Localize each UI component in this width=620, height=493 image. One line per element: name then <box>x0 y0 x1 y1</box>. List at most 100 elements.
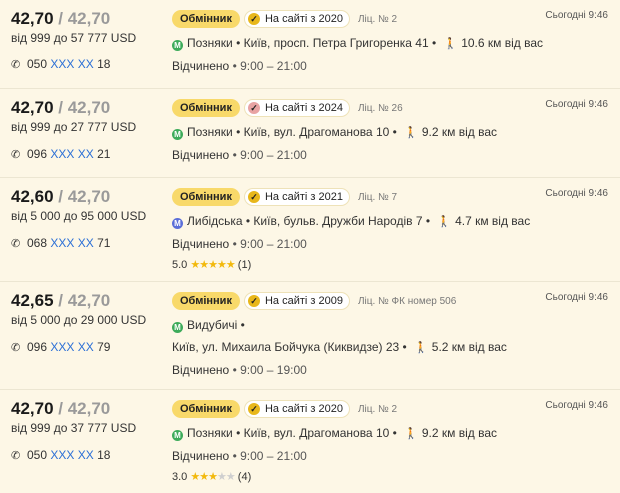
verified-check-icon: ✓ <box>247 13 260 25</box>
site-since-badge: ✓ На сайті з 2021 <box>243 188 350 206</box>
walk-icon: 🚶 <box>404 428 418 440</box>
license: Ліц. № ФК номер 506 <box>357 295 457 307</box>
sell-rate: 42,70 <box>67 98 111 117</box>
rating[interactable]: 5.0 ★★★★★ (1) <box>172 258 552 272</box>
phone-prefix: 096 <box>27 340 48 354</box>
type-badge: Обмінник <box>172 99 240 117</box>
phone-icon: ✆ <box>11 342 21 354</box>
offer-row[interactable]: 42,70 / 42,70 від 999 до 57 777 USD ✆ 050… <box>0 0 620 88</box>
phone[interactable]: ✆ 096 XXX XX 79 <box>11 340 110 354</box>
hours: Відчинено • 9:00 – 21:00 <box>172 58 552 74</box>
review-count: (1) <box>237 259 252 271</box>
site-since-text: На сайті з 2009 <box>264 295 343 307</box>
updated-time: Сьогодні 9:46 <box>545 10 608 21</box>
rate-block: 42,60 / 42,70 від 5 000 до 95 000 USD <box>11 187 161 224</box>
star-icon: ★ <box>190 471 200 483</box>
hours: Відчинено • 9:00 – 19:00 <box>172 362 552 378</box>
metro-station: Видубичі <box>187 318 238 332</box>
review-count: (4) <box>237 471 252 483</box>
phone[interactable]: ✆ 050 XXX XX 18 <box>11 448 110 462</box>
license: Ліц. № 2 <box>357 403 398 415</box>
site-since-badge: ✓ На сайті з 2009 <box>243 292 350 310</box>
open-status: Відчинено <box>172 449 230 463</box>
address[interactable]: M Позняки • Київ, вул. Драгоманова 10 • 🚶… <box>172 124 552 141</box>
show-phone-link[interactable]: XXX XX <box>50 236 93 250</box>
phone[interactable]: ✆ 050 XXX XX 18 <box>11 57 110 71</box>
star-icon: ★★★★★ <box>190 259 236 271</box>
address[interactable]: M Позняки • Київ, вул. Драгоманова 10 • 🚶… <box>172 425 552 442</box>
rate: 42,70 / 42,70 <box>11 98 111 117</box>
type-badge: Обмінник <box>172 292 240 310</box>
star-icon: ★ <box>225 259 236 271</box>
phone-icon: ✆ <box>11 149 21 161</box>
working-hours: • 9:00 – 21:00 <box>229 237 307 251</box>
open-status: Відчинено <box>172 363 230 377</box>
exchange-offers-list: 42,70 / 42,70 від 999 до 57 777 USD ✆ 050… <box>0 0 620 493</box>
hours: Відчинено • 9:00 – 21:00 <box>172 236 552 252</box>
star-icon: ★ <box>225 471 236 483</box>
phone-prefix: 068 <box>27 236 48 250</box>
verified-check-icon: ✓ <box>247 295 260 307</box>
distance: 10.6 км від вас <box>461 36 544 50</box>
distance: 9.2 км від вас <box>421 426 498 440</box>
verified-check-icon: ✓ <box>247 102 260 114</box>
metro-icon: M <box>172 322 183 333</box>
phone-suffix: 79 <box>97 340 111 354</box>
verified-check-icon: ✓ <box>247 403 260 415</box>
phone[interactable]: ✆ 068 XXX XX 71 <box>11 236 110 250</box>
show-phone-link[interactable]: XXX XX <box>50 340 93 354</box>
show-phone-link[interactable]: XXX XX <box>50 57 93 71</box>
offer-row[interactable]: 42,65 / 42,70 від 5 000 до 29 000 USD ✆ 0… <box>0 281 620 389</box>
site-since-badge: ✓ На сайті з 2024 <box>243 99 350 117</box>
address[interactable]: M Позняки • Київ, просп. Петра Григоренка… <box>172 35 552 52</box>
type-badge: Обмінник <box>172 400 240 418</box>
phone-suffix: 18 <box>97 57 111 71</box>
phone-icon: ✆ <box>11 450 21 462</box>
rating[interactable]: 3.0 ★★★★★ (4) <box>172 470 552 484</box>
working-hours: • 9:00 – 21:00 <box>229 59 307 73</box>
address-text-2: Київ, ул. Михаила Бойчука (Киквидзе) 23 … <box>172 340 411 354</box>
amount-range: від 999 до 27 777 USD <box>11 120 137 134</box>
address[interactable]: M Видубичі • <box>172 317 552 333</box>
address[interactable]: M Либідська • Київ, бульв. Дружби Народів… <box>172 213 552 230</box>
show-phone-link[interactable]: XXX XX <box>50 448 93 462</box>
show-phone-link[interactable]: XXX XX <box>50 147 93 161</box>
offer-row[interactable]: 42,60 / 42,70 від 5 000 до 95 000 USD ✆ 0… <box>0 177 620 281</box>
buy-rate: 42,70 <box>11 98 54 117</box>
buy-rate: 42,70 <box>11 399 54 418</box>
rate-block: 42,70 / 42,70 від 999 до 57 777 USD <box>11 9 161 46</box>
offer-row[interactable]: 42,70 / 42,70 від 999 до 27 777 USD ✆ 096… <box>0 88 620 177</box>
site-since-text: На сайті з 2020 <box>264 13 343 25</box>
sell-rate: 42,70 <box>67 187 111 206</box>
phone-prefix: 050 <box>27 448 48 462</box>
rate: 42,70 / 42,70 <box>11 9 111 28</box>
amount-range: від 5 000 до 29 000 USD <box>11 313 147 327</box>
address-text: • Київ, вул. Драгоманова 10 • <box>232 426 401 440</box>
buy-rate: 42,60 <box>11 187 54 206</box>
phone[interactable]: ✆ 096 XXX XX 21 <box>11 147 110 161</box>
metro-station: Позняки <box>187 426 233 440</box>
buy-rate: 42,65 <box>11 291 54 310</box>
offer-row[interactable]: 42,70 / 42,70 від 999 до 37 777 USD ✆ 050… <box>0 389 620 493</box>
star-icon: ★ <box>190 259 200 271</box>
type-badge: Обмінник <box>172 188 240 206</box>
verified-check-icon: ✓ <box>247 191 260 203</box>
open-status: Відчинено <box>172 237 230 251</box>
working-hours: • 9:00 – 21:00 <box>229 148 307 162</box>
walk-icon: 🚶 <box>443 38 458 50</box>
star-icon: ★★★★★ <box>190 471 236 483</box>
site-since-text: На сайті з 2020 <box>264 403 343 415</box>
metro-station: Позняки <box>187 36 233 50</box>
rate-block: 42,70 / 42,70 від 999 до 37 777 USD <box>11 399 161 436</box>
address-line-2[interactable]: Київ, ул. Михаила Бойчука (Киквидзе) 23 … <box>172 339 552 356</box>
license: Ліц. № 26 <box>357 102 403 114</box>
buy-rate: 42,70 <box>11 9 54 28</box>
metro-icon: M <box>172 129 183 140</box>
rate: 42,60 / 42,70 <box>11 187 111 206</box>
distance: 9.2 км від вас <box>421 125 498 139</box>
rate-block: 42,70 / 42,70 від 999 до 27 777 USD <box>11 98 161 135</box>
star-icon: ★ <box>208 259 218 271</box>
star-icon: ★ <box>216 259 227 271</box>
site-since-text: На сайті з 2021 <box>264 191 343 203</box>
rate: 42,70 / 42,70 <box>11 399 111 418</box>
